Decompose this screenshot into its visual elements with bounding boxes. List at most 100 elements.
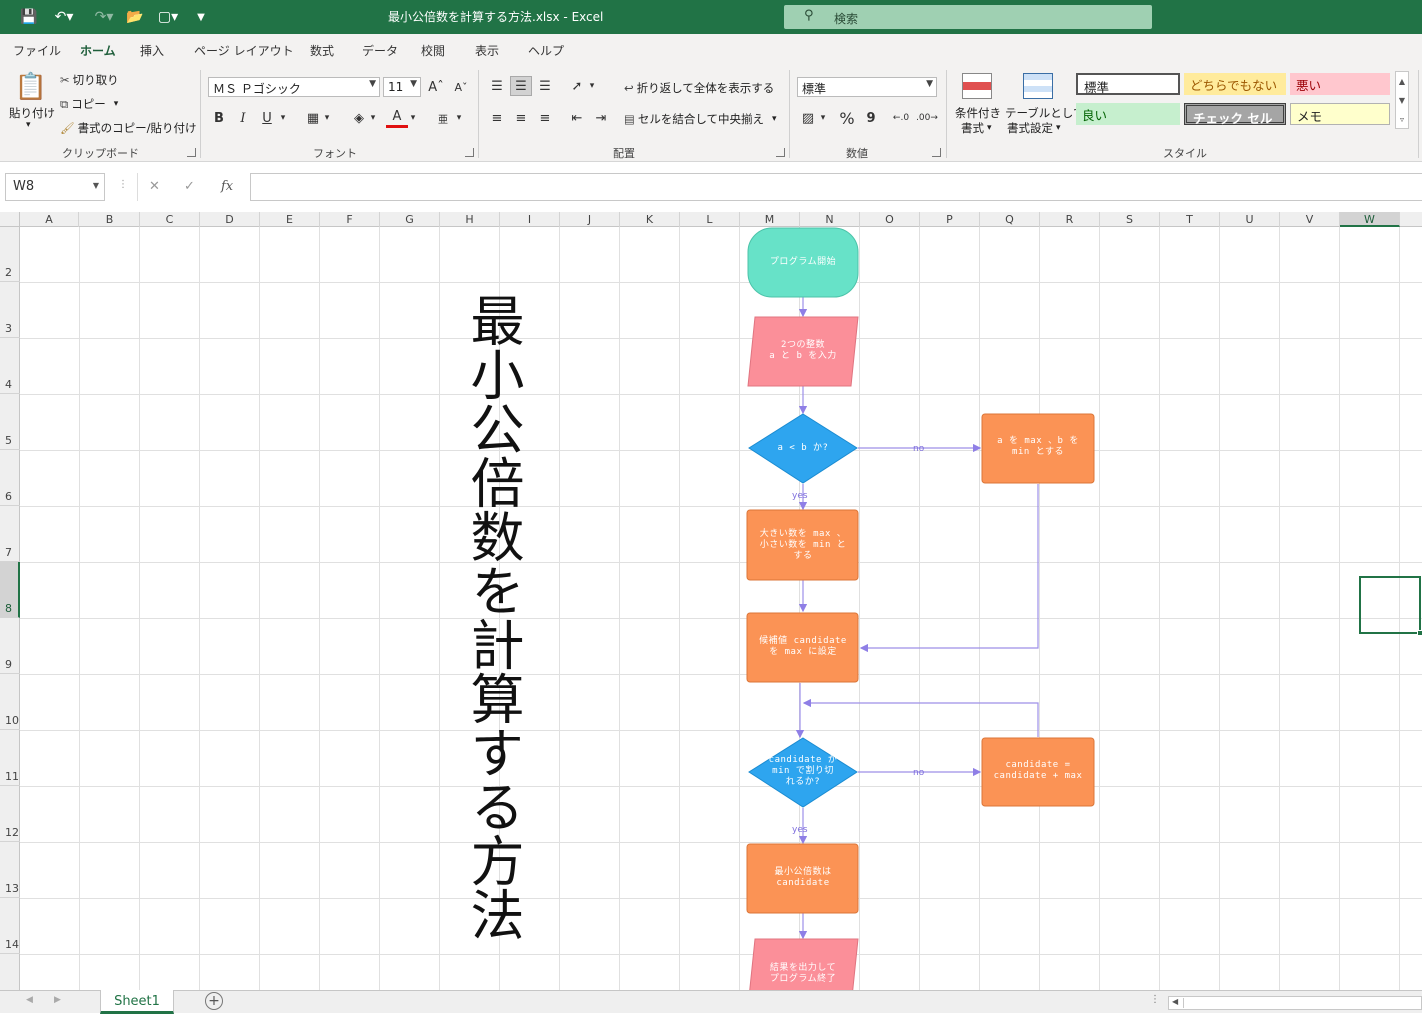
bold-button[interactable]: B xyxy=(208,108,230,128)
tab-help[interactable]: ヘルプ xyxy=(528,42,564,59)
column-header-p[interactable]: P xyxy=(920,212,980,227)
column-header-r[interactable]: R xyxy=(1040,212,1100,227)
style-note[interactable]: メモ xyxy=(1290,103,1390,125)
chevron-up-icon[interactable]: ▲ xyxy=(1396,72,1408,91)
column-header-a[interactable]: A xyxy=(20,212,79,227)
row-header-5[interactable]: 5 xyxy=(0,394,20,450)
cancel-icon[interactable]: ✕ xyxy=(149,179,160,194)
column-header-i[interactable]: I xyxy=(500,212,560,227)
style-check-cell[interactable]: チェック セル xyxy=(1184,103,1286,126)
merge-center-button[interactable]: ▤ セルを結合して中央揃え ▾ xyxy=(624,111,777,127)
align-left-icon[interactable]: ≡ xyxy=(486,108,508,128)
column-header-c[interactable]: C xyxy=(140,212,200,227)
redo-icon[interactable]: ↷▾ xyxy=(88,7,120,27)
touch-mode-icon[interactable]: ▢▾ xyxy=(152,7,184,27)
row-header-12[interactable]: 12 xyxy=(0,786,20,842)
row-header-9[interactable]: 9 xyxy=(0,618,20,674)
cell-grid[interactable]: 最小公倍数を計算する方法 no no yes yes プログラム開始 2つの整数… xyxy=(20,227,1422,990)
tab-page-layout[interactable]: ページ レイアウト xyxy=(194,42,294,59)
format-as-table-label-2[interactable]: 書式設定 ▾ xyxy=(1007,120,1061,136)
tab-review[interactable]: 校閲 xyxy=(421,42,445,59)
paste-chevron-icon[interactable]: ▾ xyxy=(26,120,31,130)
font-color-chevron-icon[interactable]: ▾ xyxy=(406,108,420,128)
tab-view[interactable]: 表示 xyxy=(475,42,499,59)
column-header-t[interactable]: T xyxy=(1160,212,1220,227)
orientation-chevron-icon[interactable]: ▾ xyxy=(585,76,599,96)
fill-chevron-icon[interactable]: ▾ xyxy=(366,108,380,128)
cut-button[interactable]: ✂ 切り取り xyxy=(60,72,119,88)
borders-chevron-icon[interactable]: ▾ xyxy=(320,108,334,128)
split-handle-icon[interactable]: ⋮ xyxy=(1150,994,1160,1005)
number-launcher-icon[interactable] xyxy=(932,148,941,157)
formula-input[interactable] xyxy=(250,173,1422,201)
style-good[interactable]: 良い xyxy=(1076,103,1180,125)
tab-insert[interactable]: 挿入 xyxy=(140,42,164,59)
conditional-format-label-2[interactable]: 書式 ▾ xyxy=(961,120,992,136)
row-header-13[interactable]: 13 xyxy=(0,842,20,898)
style-bad[interactable]: 悪い xyxy=(1290,73,1390,95)
add-sheet-icon[interactable]: + xyxy=(205,992,223,1010)
row-header-2[interactable]: 2 xyxy=(0,226,20,282)
column-header-o[interactable]: O xyxy=(860,212,920,227)
align-bottom-icon[interactable]: ☰ xyxy=(534,76,556,96)
comma-button[interactable]: 9 xyxy=(860,108,882,128)
search-box[interactable]: ⚲ 検索 xyxy=(784,5,1152,29)
column-header-q[interactable]: Q xyxy=(980,212,1040,227)
chevron-down-icon[interactable]: ▼ xyxy=(1396,91,1408,110)
select-all-corner[interactable] xyxy=(0,212,20,227)
insert-function-button[interactable]: fx xyxy=(221,179,233,194)
style-normal[interactable]: 標準 xyxy=(1076,73,1180,95)
underline-chevron-icon[interactable]: ▾ xyxy=(276,108,290,128)
row-header-14[interactable]: 14 xyxy=(0,898,20,954)
align-right-icon[interactable]: ≡ xyxy=(534,108,556,128)
name-box[interactable]: W8 ▼ xyxy=(5,173,105,201)
conditional-format-label[interactable]: 条件付き xyxy=(955,105,1001,121)
align-center-icon[interactable]: ≡ xyxy=(510,108,532,128)
open-icon[interactable]: 📂 xyxy=(124,7,146,27)
column-header-k[interactable]: K xyxy=(620,212,680,227)
currency-chevron-icon[interactable]: ▾ xyxy=(816,108,830,128)
underline-button[interactable]: U xyxy=(256,108,278,128)
column-header-j[interactable]: J xyxy=(560,212,620,227)
clipboard-launcher-icon[interactable] xyxy=(187,148,196,157)
column-header-u[interactable]: U xyxy=(1220,212,1280,227)
row-header-11[interactable]: 11 xyxy=(0,730,20,786)
row-header-6[interactable]: 6 xyxy=(0,450,20,506)
increase-font-icon[interactable]: Aˆ xyxy=(425,77,447,97)
increase-indent-icon[interactable]: ⇥ xyxy=(590,108,612,128)
tab-file[interactable]: ファイル xyxy=(13,42,61,59)
styles-scroll[interactable]: ▲ ▼ ▿ xyxy=(1395,71,1409,129)
column-header-v[interactable]: V xyxy=(1280,212,1340,227)
row-header-7[interactable]: 7 xyxy=(0,506,20,562)
row-header-3[interactable]: 3 xyxy=(0,282,20,338)
expand-gallery-icon[interactable]: ▿ xyxy=(1396,110,1408,129)
save-icon[interactable]: 💾 xyxy=(18,7,40,27)
conditional-format-icon[interactable] xyxy=(962,73,992,99)
decrease-indent-icon[interactable]: ⇤ xyxy=(566,108,588,128)
font-name-select[interactable]: ＭＳ Ｐゴシック ▼ xyxy=(208,77,380,97)
decrease-decimal-icon[interactable]: .00→ xyxy=(916,108,938,128)
horizontal-scrollbar[interactable]: ◀ xyxy=(1168,996,1422,1010)
enter-icon[interactable]: ✓ xyxy=(184,179,195,194)
paste-icon[interactable]: 📋 xyxy=(12,72,50,102)
percent-button[interactable]: % xyxy=(836,108,858,128)
align-top-icon[interactable]: ☰ xyxy=(486,76,508,96)
column-header-n[interactable]: N xyxy=(800,212,860,227)
column-header-g[interactable]: G xyxy=(380,212,440,227)
column-header-w[interactable]: W xyxy=(1340,212,1400,227)
column-header-d[interactable]: D xyxy=(200,212,260,227)
phonetic-chevron-icon[interactable]: ▾ xyxy=(452,108,466,128)
format-as-table-label[interactable]: テーブルとして xyxy=(1005,105,1084,121)
format-painter-button[interactable]: 🖌 書式のコピー/貼り付け xyxy=(60,120,196,136)
tab-home[interactable]: ホーム xyxy=(80,42,116,59)
wrap-text-button[interactable]: ↩ 折り返して全体を表示する xyxy=(624,80,774,96)
scroll-right-icon[interactable]: ▶ xyxy=(54,995,61,1005)
scrollbar-thumb[interactable] xyxy=(1183,998,1417,1008)
customize-icon[interactable]: ▼ xyxy=(192,7,210,27)
font-size-select[interactable]: 11 ▼ xyxy=(383,77,421,97)
column-header-f[interactable]: F xyxy=(320,212,380,227)
increase-decimal-icon[interactable]: ←.0 xyxy=(890,108,912,128)
row-header-10[interactable]: 10 xyxy=(0,674,20,730)
column-header-s[interactable]: S xyxy=(1100,212,1160,227)
number-format-select[interactable]: 標準 ▼ xyxy=(797,77,937,97)
